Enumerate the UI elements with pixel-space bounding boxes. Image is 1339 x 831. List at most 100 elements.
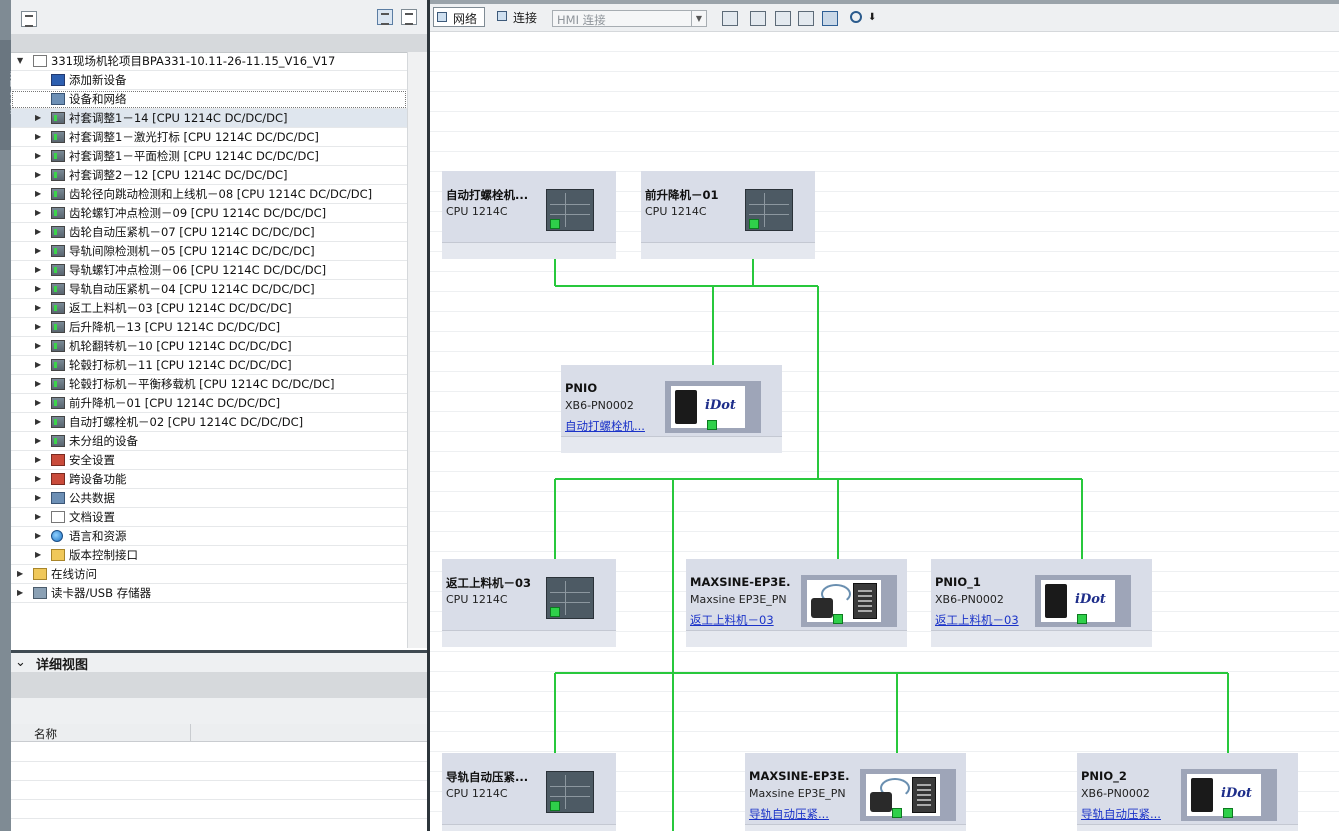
collapse-arrow-icon[interactable]: ▶ (35, 322, 43, 332)
collapse-arrow-icon[interactable]: ▶ (35, 493, 43, 503)
show-names-icon[interactable] (722, 11, 738, 26)
chevron-down-icon[interactable]: ⌄ (15, 655, 26, 670)
device-plc-box[interactable]: 自动打螺栓机... CPU 1214C (442, 171, 616, 259)
collapse-arrow-icon[interactable]: ▶ (17, 569, 25, 579)
details-toggle-icon[interactable] (401, 9, 417, 25)
assigned-controller-link[interactable]: 自动打螺栓机... (565, 418, 663, 434)
tree-item[interactable]: ▶ 齿轮自动压紧机－07 [CPU 1214C DC/DC/DC] (11, 223, 407, 242)
profinet-port[interactable] (707, 420, 717, 430)
device-io-module-box[interactable]: PNIO_1 XB6-PN0002 返工上料机－03 iDot (931, 559, 1152, 647)
tree-scrollbar[interactable] (407, 52, 427, 648)
tree-item[interactable]: ▶ 读卡器/USB 存储器 (11, 584, 407, 603)
profinet-port[interactable] (1223, 808, 1233, 818)
device-io-module-box[interactable]: PNIO_2 XB6-PN0002 导轨自动压紧... iDot (1077, 753, 1298, 831)
collapse-arrow-icon[interactable]: ▶ (35, 303, 43, 313)
tree-item[interactable]: ▶ 导轨螺钉冲点检测－06 [CPU 1214C DC/DC/DC] (11, 261, 407, 280)
profinet-port[interactable] (550, 801, 560, 811)
expand-arrow-icon[interactable]: ▼ (17, 56, 25, 66)
collapse-arrow-icon[interactable]: ▶ (35, 550, 43, 560)
profinet-port[interactable] (749, 219, 759, 229)
collapse-arrow-icon[interactable]: ▶ (35, 284, 43, 294)
tree-item[interactable]: ▶ 版本控制接口 (11, 546, 407, 565)
collapse-arrow-icon[interactable]: ▶ (17, 588, 25, 598)
tree-item[interactable]: ▶ 机轮翻转机－10 [CPU 1214C DC/DC/DC] (11, 337, 407, 356)
assigned-controller-link[interactable]: 导轨自动压紧... (749, 806, 849, 822)
tree-item[interactable]: ▶ 衬套调整1－激光打标 [CPU 1214C DC/DC/DC] (11, 128, 407, 147)
assigned-controller-link[interactable]: 导轨自动压紧... (1081, 806, 1179, 822)
collapse-arrow-icon[interactable]: ▶ (35, 436, 43, 446)
tree-item[interactable]: ▶ 导轨间隙检测机－05 [CPU 1214C DC/DC/DC] (11, 242, 407, 261)
network-canvas[interactable]: 自动打螺栓机... CPU 1214C 前升降机－01 CPU 1214C PN… (430, 32, 1339, 831)
grid-icon[interactable] (798, 11, 814, 26)
tree-item[interactable]: ▶ 未分组的设备 (11, 432, 407, 451)
tree-item[interactable]: ▶ 前升降机－01 [CPU 1214C DC/DC/DC] (11, 394, 407, 413)
device-io-module-box[interactable]: PNIO XB6-PN0002 自动打螺栓机... iDot (561, 365, 782, 453)
collapse-arrow-icon[interactable]: ▶ (35, 531, 43, 541)
device-plc-box[interactable]: 导轨自动压紧... CPU 1214C (442, 753, 616, 831)
column-name-header[interactable]: 名称 (34, 726, 57, 742)
tree-item[interactable]: ▶ 导轨自动压紧机－04 [CPU 1214C DC/DC/DC] (11, 280, 407, 299)
detail-view-header[interactable]: ⌄ 详细视图 (11, 650, 427, 673)
tree-item[interactable]: ▼ 331现场机轮项目BPA331-10.11-26-11.15_V16_V17 (11, 52, 407, 71)
profinet-port[interactable] (550, 607, 560, 617)
collapse-arrow-icon[interactable]: ▶ (35, 113, 43, 123)
device-plc-box[interactable]: 返工上料机－03 CPU 1214C (442, 559, 616, 647)
tree-item[interactable]: ▶ 衬套调整1－平面检测 [CPU 1214C DC/DC/DC] (11, 147, 407, 166)
collapse-arrow-icon[interactable]: ▶ (35, 227, 43, 237)
tree-item[interactable]: ▶ 后升降机－13 [CPU 1214C DC/DC/DC] (11, 318, 407, 337)
collapse-arrow-icon[interactable]: ▶ (35, 151, 43, 161)
collapse-arrow-icon[interactable]: ▶ (35, 379, 43, 389)
zoom-menu-arrow-icon[interactable]: ⬇ (868, 12, 876, 23)
tree-item[interactable]: ▶ 齿轮螺钉冲点检测－09 [CPU 1214C DC/DC/DC] (11, 204, 407, 223)
collapse-arrow-icon[interactable]: ▶ (35, 170, 43, 180)
collapse-arrow-icon[interactable]: ▶ (35, 455, 43, 465)
tree-item[interactable]: ▶ 跨设备功能 (11, 470, 407, 489)
collapse-arrow-icon[interactable]: ▶ (35, 417, 43, 427)
tree-item[interactable]: ▶ 轮毂打标机－11 [CPU 1214C DC/DC/DC] (11, 356, 407, 375)
devices-networks-side-tab[interactable]: 设备与网络 (0, 40, 18, 150)
save-layout-icon[interactable] (775, 11, 791, 26)
tree-item[interactable]: ▶ 衬套调整2－12 [CPU 1214C DC/DC/DC] (11, 166, 407, 185)
tree-item[interactable]: 设备和网络 (11, 90, 407, 109)
collapse-arrow-icon[interactable]: ▶ (35, 474, 43, 484)
tree-item[interactable]: ▶ 齿轮径向跳动检测和上线机－08 [CPU 1214C DC/DC/DC] (11, 185, 407, 204)
list-view-icon[interactable] (377, 9, 393, 25)
profinet-port[interactable] (1077, 614, 1087, 624)
tree-item[interactable]: ▶ 在线访问 (11, 565, 407, 584)
show-io-icon[interactable] (750, 11, 766, 26)
collapse-arrow-icon[interactable]: ▶ (35, 360, 43, 370)
device-servo-box[interactable]: MAXSINE-EP3E... Maxsine EP3E_PN 返工上料机－03 (686, 559, 907, 647)
page-break-icon[interactable] (822, 11, 838, 26)
tree-item[interactable]: ▶ 返工上料机－03 [CPU 1214C DC/DC/DC] (11, 299, 407, 318)
zoom-icon[interactable] (850, 11, 862, 23)
assigned-controller-link[interactable]: 返工上料机－03 (935, 612, 1033, 628)
project-view-icon[interactable] (21, 11, 37, 27)
profinet-port[interactable] (833, 614, 843, 624)
network-view-button[interactable]: 网络 (433, 7, 485, 27)
tree-item[interactable]: ▶ 安全设置 (11, 451, 407, 470)
chevron-down-icon[interactable]: ▼ (691, 11, 706, 26)
tree-item[interactable]: ▶ 轮毂打标机－平衡移载机 [CPU 1214C DC/DC/DC] (11, 375, 407, 394)
collapse-arrow-icon[interactable]: ▶ (35, 398, 43, 408)
profinet-port[interactable] (550, 219, 560, 229)
tree-item[interactable]: ▶ 自动打螺栓机－02 [CPU 1214C DC/DC/DC] (11, 413, 407, 432)
column-separator[interactable] (190, 724, 191, 742)
collapse-arrow-icon[interactable]: ▶ (35, 208, 43, 218)
profinet-port[interactable] (892, 808, 902, 818)
connection-type-select[interactable]: HMI 连接 ▼ (552, 10, 707, 27)
connections-button[interactable]: 连接 (494, 7, 544, 27)
tree-item[interactable]: ▶ 文档设置 (11, 508, 407, 527)
device-servo-box[interactable]: MAXSINE-EP3E... Maxsine EP3E_PN 导轨自动压紧..… (745, 753, 966, 831)
tree-item[interactable]: ▶ 衬套调整1－14 [CPU 1214C DC/DC/DC] (11, 109, 407, 128)
collapse-arrow-icon[interactable]: ▶ (35, 246, 43, 256)
collapse-arrow-icon[interactable]: ▶ (35, 265, 43, 275)
tree-item[interactable]: 添加新设备 (11, 71, 407, 90)
collapse-arrow-icon[interactable]: ▶ (35, 512, 43, 522)
tree-item[interactable]: ▶ 语言和资源 (11, 527, 407, 546)
collapse-arrow-icon[interactable]: ▶ (35, 341, 43, 351)
assigned-controller-link[interactable]: 返工上料机－03 (690, 612, 790, 628)
tree-item[interactable]: ▶ 公共数据 (11, 489, 407, 508)
device-plc-box[interactable]: 前升降机－01 CPU 1214C (641, 171, 815, 259)
collapse-arrow-icon[interactable]: ▶ (35, 189, 43, 199)
collapse-arrow-icon[interactable]: ▶ (35, 132, 43, 142)
